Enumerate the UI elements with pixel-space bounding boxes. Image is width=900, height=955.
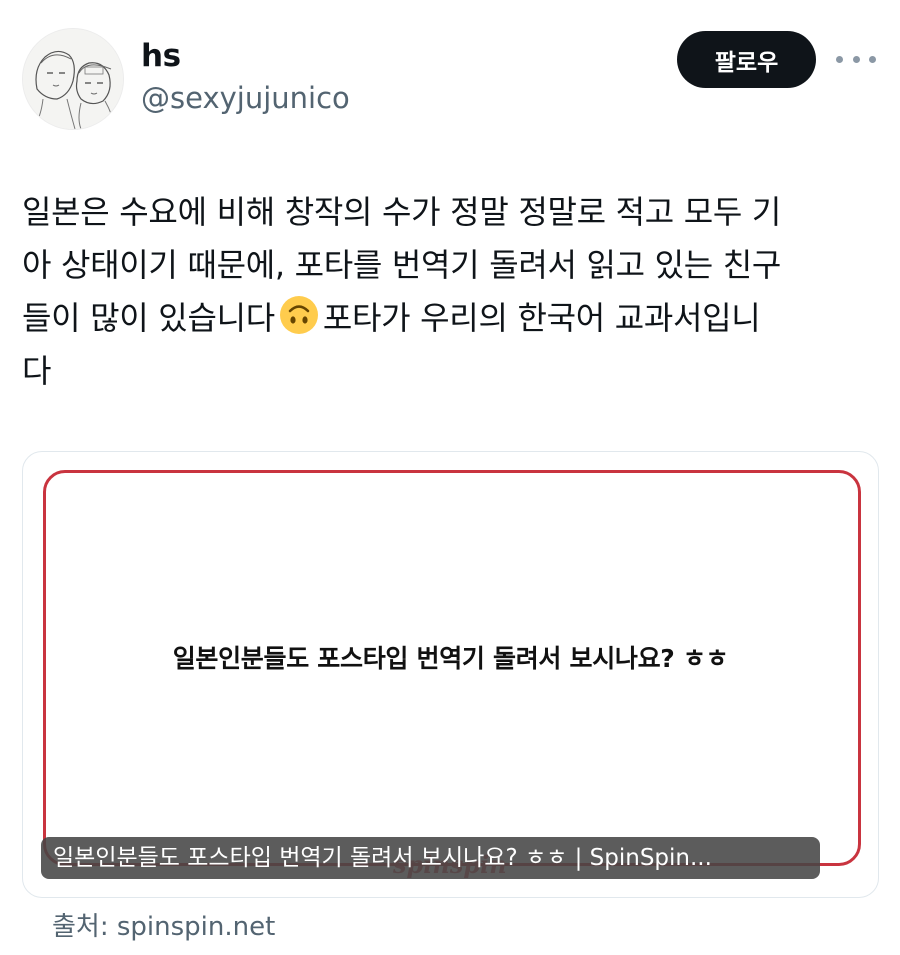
link-card[interactable]: 일본인분들도 포스타입 번역기 돌려서 보시나요? ㅎㅎ spinspin 일본… — [22, 451, 879, 898]
more-options-icon[interactable] — [836, 47, 876, 71]
tweet-text-segment: 들이 많이 있습니다 — [22, 299, 275, 337]
tweet-text-line: 일본은 수요에 비해 창작의 수가 정말 정말로 적고 모두 기 — [22, 193, 782, 231]
dot-icon — [836, 55, 843, 63]
tweet-text-segment: 포타가 우리의 한국어 교과서입니 — [322, 299, 761, 337]
upside-down-face-emoji-icon — [279, 296, 318, 334]
card-caption[interactable]: 일본인분들도 포스타입 번역기 돌려서 보시나요? ㅎㅎ | SpinSpin.… — [41, 837, 820, 879]
dot-icon — [869, 55, 876, 63]
tweet-text-line: 아 상태이기 때문에, 포타를 번역기 돌려서 읽고 있는 친구 — [22, 246, 782, 284]
avatar[interactable] — [22, 28, 124, 130]
author-handle[interactable]: @sexyjujunico — [141, 81, 350, 115]
source-label: 출처: — [52, 912, 109, 942]
source-link[interactable]: spinspin.net — [117, 912, 275, 942]
source-line: 출처: spinspin.net — [52, 906, 275, 943]
tweet-text-line: 다 — [22, 352, 52, 390]
tweet-text: 일본은 수요에 비해 창작의 수가 정말 정말로 적고 모두 기 아 상태이기 … — [22, 186, 878, 398]
tweet-text-line: 들이 많이 있습니다 포타가 우리의 한국어 교과서입니 — [22, 292, 878, 345]
author-display-name[interactable]: hs — [141, 38, 181, 74]
dot-icon — [852, 55, 860, 63]
avatar-sketch-icon — [23, 29, 123, 129]
follow-button[interactable]: 팔로우 — [677, 31, 816, 88]
card-headline: 일본인분들도 포스타입 번역기 돌려서 보시나요? ㅎㅎ — [172, 644, 729, 673]
